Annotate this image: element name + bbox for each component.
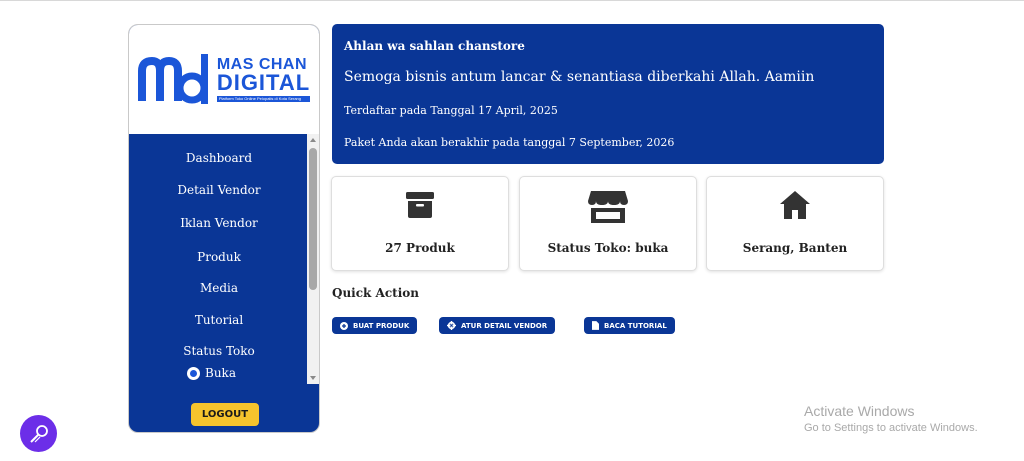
- baca-tutorial-button[interactable]: BACA TUTORIAL: [584, 317, 675, 334]
- welcome-banner: Ahlan wa sahlan chanstore Semoga bisnis …: [332, 24, 884, 164]
- document-icon: [592, 321, 599, 330]
- scrollbar-thumb[interactable]: [309, 148, 317, 290]
- atur-detail-vendor-label: ATUR DETAIL VENDOR: [461, 321, 548, 330]
- card-store-status[interactable]: Status Toko: buka: [519, 176, 697, 271]
- sidebar-item-produk[interactable]: Produk: [129, 250, 309, 264]
- sidebar-item-media[interactable]: Media: [129, 281, 309, 295]
- brand-tagline: Platform Toko Online Pelopatis di Kota S…: [216, 96, 311, 102]
- activate-windows-subtitle: Go to Settings to activate Windows.: [804, 422, 978, 434]
- product-count-label: 27 Produk: [385, 241, 455, 255]
- magic-wand-icon: [29, 424, 48, 443]
- brand-name-line2: DIGITAL: [216, 70, 311, 95]
- sidebar-item-tutorial[interactable]: Tutorial: [129, 313, 309, 327]
- activate-windows-title: Activate Windows: [804, 403, 915, 419]
- buat-produk-label: BUAT PRODUK: [353, 321, 410, 330]
- status-option-label: Buka: [205, 366, 236, 380]
- store-status-label: Status Toko: buka: [547, 241, 669, 255]
- sidebar-scrollbar[interactable]: [307, 134, 319, 384]
- sidebar-item-detail-vendor[interactable]: Detail Vendor: [129, 183, 309, 197]
- status-buka-radio[interactable]: Buka: [187, 366, 236, 380]
- package-expiry: Paket Anda akan berakhir pada tanggal 7 …: [344, 136, 675, 149]
- card-location[interactable]: Serang, Banten: [706, 176, 884, 271]
- buat-produk-button[interactable]: BUAT PRODUK: [332, 317, 418, 334]
- logout-button[interactable]: LOGOUT: [191, 403, 259, 426]
- sidebar-menu: Dashboard Detail Vendor Iklan Vendor Pro…: [129, 134, 319, 384]
- sidebar: MAS CHAN DIGITAL Platform Toko Online Pe…: [128, 24, 320, 433]
- archive-box-icon: [406, 192, 434, 218]
- card-products[interactable]: 27 Produk: [331, 176, 509, 271]
- sidebar-item-dashboard[interactable]: Dashboard: [129, 151, 309, 165]
- atur-detail-vendor-button[interactable]: ATUR DETAIL VENDOR: [439, 317, 556, 334]
- store-icon: [588, 191, 628, 223]
- home-icon: [780, 191, 810, 219]
- radio-selected-dot: [190, 369, 197, 377]
- quick-action-title: Quick Action: [332, 286, 419, 300]
- activate-windows-watermark: Activate Windows Go to Settings to activ…: [804, 403, 978, 434]
- radio-button[interactable]: [187, 366, 200, 380]
- location-label: Serang, Banten: [742, 241, 848, 255]
- welcome-greeting: Ahlan wa sahlan chanstore: [344, 39, 525, 53]
- assistant-button[interactable]: [20, 415, 57, 452]
- brand-logo-icon: [137, 53, 208, 104]
- sidebar-item-iklan-vendor[interactable]: Iklan Vendor: [129, 216, 309, 230]
- scroll-down-arrow-icon[interactable]: [310, 376, 316, 380]
- gear-icon: [447, 321, 456, 330]
- scroll-up-arrow-icon[interactable]: [310, 138, 316, 142]
- brand-logo[interactable]: MAS CHAN DIGITAL Platform Toko Online Pe…: [137, 51, 311, 109]
- welcome-wish: Semoga bisnis antum lancar & senantiasa …: [344, 69, 815, 85]
- status-toko-label: Status Toko: [183, 344, 255, 358]
- baca-tutorial-label: BACA TUTORIAL: [604, 321, 667, 330]
- registration-date: Terdaftar pada Tanggal 17 April, 2025: [344, 104, 558, 117]
- plus-circle-icon: [340, 321, 348, 330]
- logo-area: MAS CHAN DIGITAL Platform Toko Online Pe…: [129, 25, 319, 134]
